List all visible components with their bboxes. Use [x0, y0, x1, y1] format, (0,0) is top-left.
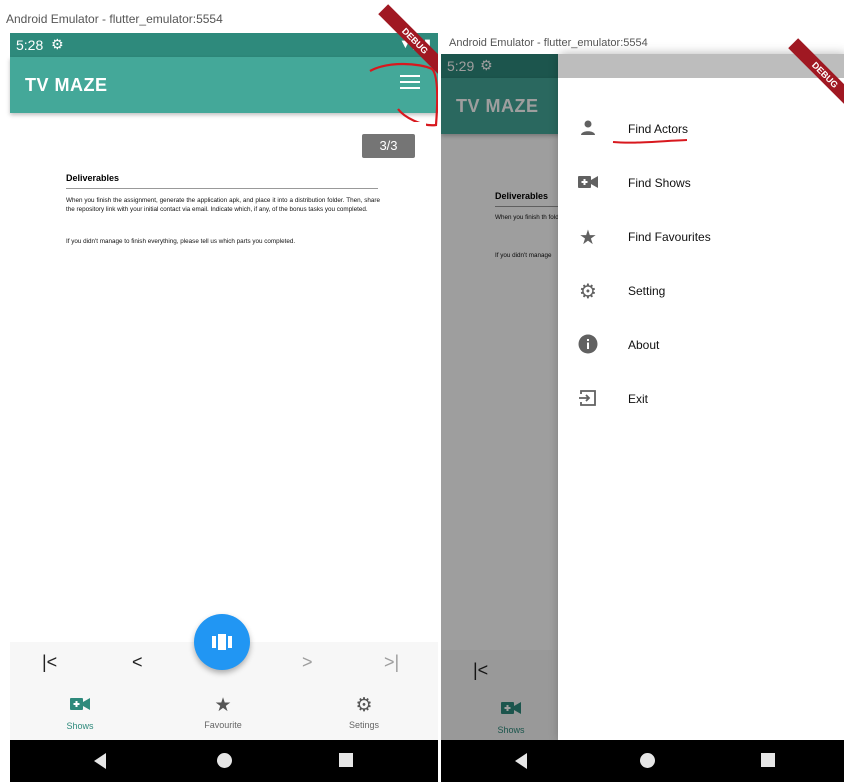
star-icon: ★ — [579, 227, 597, 249]
prev-page-button[interactable]: < — [132, 652, 143, 673]
drawer-item-label: Find Favourites — [628, 230, 711, 244]
drawer-item-label: Find Actors — [628, 122, 689, 136]
home-icon[interactable] — [640, 753, 655, 768]
last-page-button[interactable]: >| — [384, 652, 399, 673]
app-title: TV MAZE — [25, 75, 108, 95]
nav-label: Favourite — [204, 720, 242, 730]
page-indicator: 3/3 — [362, 134, 415, 158]
doc-paragraph: When you finish the assignment, generate… — [66, 197, 380, 213]
drawer-item-find-favourites[interactable]: ★ Find Favourites — [558, 212, 844, 266]
nav-label: Shows — [66, 721, 94, 731]
nav-favourite[interactable]: ★ Favourite — [183, 682, 263, 740]
gear-icon: ⚙ — [579, 281, 597, 303]
drawer-status-area: DEBUG — [558, 38, 844, 112]
right-screenshot: Android Emulator - flutter_emulator:5554… — [441, 30, 844, 782]
person-icon — [576, 118, 600, 142]
drawer-item-setting[interactable]: ⚙ Setting — [558, 266, 844, 320]
video-camera-add-icon — [40, 696, 120, 717]
bottom-navigation: Shows ★ Favourite ⚙ Setings — [10, 682, 438, 740]
recents-icon[interactable] — [761, 753, 775, 767]
next-page-button[interactable]: > — [302, 652, 313, 673]
drawer-item-label: Exit — [628, 392, 649, 406]
drawer-item-find-actors[interactable]: Find Actors — [558, 104, 844, 158]
red-circle-annotation — [369, 62, 438, 127]
navigation-drawer: DEBUG Find Actors Find Shows ★ Find Favo… — [558, 38, 844, 740]
back-icon[interactable] — [515, 753, 527, 769]
nav-shows[interactable]: Shows — [40, 682, 120, 740]
nav-label: Setings — [348, 720, 380, 730]
gear-icon: ⚙ — [355, 695, 373, 716]
drawer-item-label: Setting — [628, 284, 666, 298]
window-title: Android Emulator - flutter_emulator:5554 — [0, 0, 438, 32]
nav-settings[interactable]: ⚙ Setings — [324, 682, 404, 740]
first-page-button[interactable]: |< — [42, 652, 57, 673]
doc-heading: Deliverables — [66, 173, 120, 183]
doc-paragraph: If you didn't manage to finish everythin… — [66, 238, 296, 245]
status-time: 5:28 — [16, 37, 44, 53]
carousel-icon — [212, 634, 232, 650]
video-camera-add-icon — [576, 172, 600, 196]
left-screenshot: Android Emulator - flutter_emulator:5554… — [0, 0, 438, 782]
red-underline-annotation — [612, 139, 688, 144]
drawer-item-find-shows[interactable]: Find Shows — [558, 158, 844, 212]
system-navigation-bar — [441, 740, 844, 782]
drawer-item-label: About — [628, 338, 660, 352]
drawer-item-label: Find Shows — [628, 176, 691, 190]
status-bar: 5:28 ⚙ ▼◢▮ — [10, 33, 438, 57]
star-icon: ★ — [214, 695, 232, 716]
exit-icon — [576, 388, 600, 412]
window-title: Android Emulator - flutter_emulator:5554 — [441, 30, 844, 54]
info-icon — [576, 334, 600, 358]
page-view-fab[interactable] — [194, 614, 250, 670]
recents-icon[interactable] — [339, 753, 353, 767]
drawer-item-exit[interactable]: Exit — [558, 374, 844, 428]
drawer-item-about[interactable]: About — [558, 320, 844, 374]
gear-icon: ⚙ — [51, 36, 64, 52]
system-navigation-bar — [10, 740, 438, 782]
home-icon[interactable] — [217, 753, 232, 768]
back-icon[interactable] — [94, 753, 106, 769]
doc-divider — [66, 188, 378, 189]
